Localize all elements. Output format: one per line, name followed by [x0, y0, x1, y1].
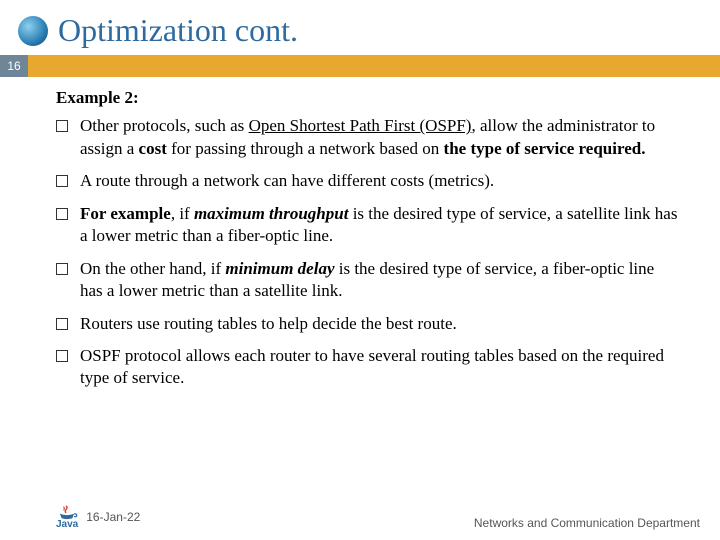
slide-content: Example 2: Other protocols, such as Open…: [0, 77, 720, 540]
list-item: For example, if maximum throughput is th…: [56, 203, 680, 248]
bullet-list: Other protocols, such as Open Shortest P…: [56, 115, 680, 389]
footer-date: 16-Jan-22: [86, 510, 140, 524]
list-item: OSPF protocol allows each router to have…: [56, 345, 680, 390]
example-label: Example 2:: [56, 87, 680, 109]
text-fragment: A route through a network can have diffe…: [80, 171, 494, 190]
page-number: 16: [0, 55, 28, 77]
footer-left: Java 16-Jan-22: [56, 504, 140, 530]
max-throughput-term: maximum throughput: [194, 204, 348, 223]
text-fragment: , if: [171, 204, 194, 223]
ospf-term: Open Shortest Path First (OSPF): [249, 116, 472, 135]
accent-band: 16: [0, 55, 720, 77]
tos-term: the type of service required.: [444, 139, 646, 158]
cost-term: cost: [139, 139, 167, 158]
slide-footer: Java 16-Jan-22 Networks and Communicatio…: [0, 504, 720, 530]
list-item: Other protocols, such as Open Shortest P…: [56, 115, 680, 160]
list-item: Routers use routing tables to help decid…: [56, 313, 680, 335]
for-example-term: For example: [80, 204, 171, 223]
slide-title: Optimization cont.: [58, 12, 298, 49]
text-fragment: for passing through a network based on: [167, 139, 444, 158]
slide-header: Optimization cont.: [0, 0, 720, 55]
text-fragment: On the other hand, if: [80, 259, 225, 278]
slide: Optimization cont. 16 Example 2: Other p…: [0, 0, 720, 540]
min-delay-term: minimum delay: [225, 259, 334, 278]
text-fragment: Routers use routing tables to help decid…: [80, 314, 457, 333]
text-fragment: OSPF protocol allows each router to have…: [80, 346, 664, 387]
footer-department: Networks and Communication Department: [474, 516, 700, 530]
globe-icon: [18, 16, 48, 46]
java-logo-text: Java: [56, 520, 78, 530]
java-logo-icon: Java: [56, 504, 78, 530]
list-item: On the other hand, if minimum delay is t…: [56, 258, 680, 303]
text-fragment: Other protocols, such as: [80, 116, 249, 135]
list-item: A route through a network can have diffe…: [56, 170, 680, 192]
